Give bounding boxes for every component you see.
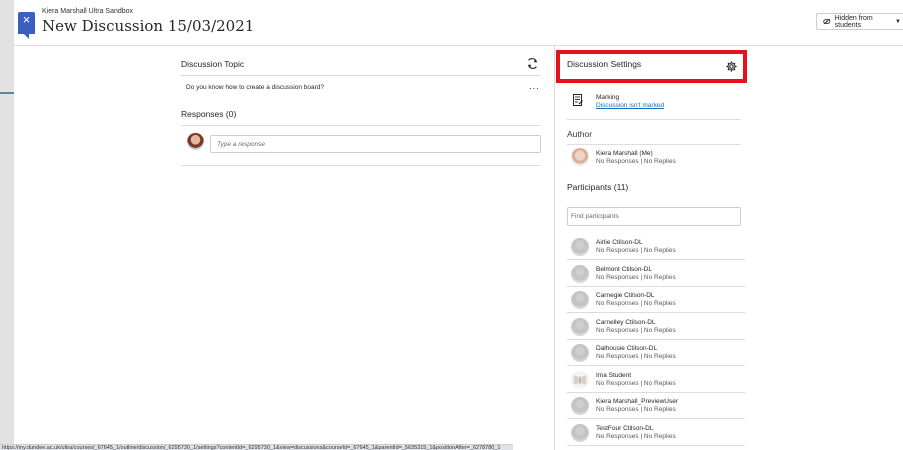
participant-stats: No Responses | No Replies [596, 353, 676, 360]
status-bar-url: https://my.dundee.ac.uk/ultra/courses/_6… [0, 444, 513, 450]
avatar [571, 318, 589, 336]
marking-icon [573, 94, 583, 106]
list-item[interactable]: Dalhousie Ctilson-DL No Responses | No R… [567, 340, 745, 366]
responses-divider [181, 125, 541, 126]
visibility-dropdown[interactable]: Hidden from students ▼ [816, 13, 903, 30]
participant-name: Belmont Ctilson-DL [596, 266, 652, 273]
marking-label: Marking [596, 94, 620, 101]
discussion-settings-heading: Discussion Settings [567, 59, 642, 69]
participant-name: TestFour Ctilson-DL [596, 425, 654, 432]
course-name: Kiera Marshall Ultra Sandbox [42, 8, 134, 15]
eye-slash-icon [823, 18, 831, 25]
topic-divider [181, 75, 541, 76]
marking-link[interactable]: Discussion isn't marked [596, 102, 664, 109]
list-item[interactable]: Kiera Marshall_PreviewUser No Responses … [567, 393, 745, 419]
responses-bottom-divider [181, 165, 541, 166]
avatar [571, 265, 589, 283]
list-item[interactable]: Belmont Ctilson-DL No Responses | No Rep… [567, 261, 745, 287]
avatar [571, 371, 589, 389]
list-item[interactable]: Airlie Ctilson-DL No Responses | No Repl… [567, 234, 745, 260]
background-active-indicator [0, 92, 14, 94]
column-divider [554, 46, 555, 450]
list-item[interactable]: TestFour Ctilson-DL No Responses | No Re… [567, 420, 745, 446]
list-item[interactable]: Carnelley Ctilson-DL No Responses | No R… [567, 314, 745, 340]
find-participants-input[interactable] [567, 207, 741, 226]
background-navigation-rail [0, 0, 14, 450]
avatar [571, 148, 589, 166]
avatar [571, 291, 589, 309]
participant-name: Carnelley Ctilson-DL [596, 319, 656, 326]
close-panel-button[interactable]: × [18, 12, 35, 39]
participant-stats: No Responses | No Replies [596, 433, 676, 440]
participant-stats: No Responses | No Replies [596, 300, 676, 307]
participants-heading: Participants (11) [567, 182, 629, 192]
more-options-icon[interactable]: ··· [529, 84, 540, 93]
response-input[interactable] [210, 135, 541, 153]
list-item[interactable]: Ima Student No Responses | No Replies [567, 367, 745, 393]
participant-name: Dalhousie Ctilson-DL [596, 345, 658, 352]
avatar [187, 133, 204, 150]
discussion-question: Do you know how to create a discussion b… [186, 84, 325, 91]
participant-name: Ima Student [596, 372, 632, 379]
avatar [571, 238, 589, 256]
participant-stats: No Responses | No Replies [596, 274, 676, 281]
participant-name: Carnegie Ctilson-DL [596, 292, 655, 299]
participant-stats: No Responses | No Replies [596, 380, 676, 387]
avatar [571, 397, 589, 415]
participant-name: Airlie Ctilson-DL [596, 239, 643, 246]
author-stats: No Responses | No Replies [596, 158, 676, 165]
close-icon: × [22, 12, 31, 27]
refresh-icon[interactable] [526, 57, 539, 70]
responses-heading: Responses (0) [181, 109, 237, 119]
header-divider [14, 45, 903, 46]
participant-stats: No Responses | No Replies [596, 247, 676, 254]
butterfly-icon [573, 375, 587, 385]
participant-stats: No Responses | No Replies [596, 406, 676, 413]
avatar [571, 424, 589, 442]
chevron-down-icon: ▼ [895, 18, 901, 25]
page-title: New Discussion 15/03/2021 [42, 17, 255, 35]
gear-icon[interactable] [725, 60, 738, 73]
participant-name: Kiera Marshall_PreviewUser [596, 398, 678, 405]
list-item[interactable]: Carnegie Ctilson-DL No Responses | No Re… [567, 287, 745, 313]
visibility-label: Hidden from students [834, 14, 873, 29]
discussion-panel: × Kiera Marshall Ultra Sandbox New Discu… [14, 0, 903, 450]
participant-stats: No Responses | No Replies [596, 327, 676, 334]
author-name[interactable]: Kiera Marshall (Me) [596, 150, 653, 157]
discussion-topic-heading: Discussion Topic [181, 59, 245, 69]
settings-divider [567, 119, 741, 120]
author-divider [567, 144, 741, 145]
author-heading: Author [567, 129, 593, 139]
avatar [571, 344, 589, 362]
